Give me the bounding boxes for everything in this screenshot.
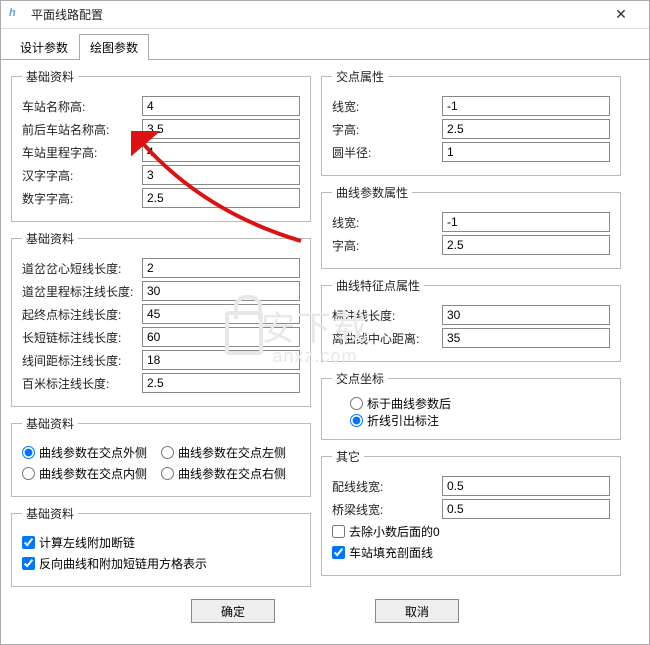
group-curve-feature: 曲线特征点属性 标注线长度: 离曲线中心距离: [321,277,621,362]
label-hanzi-h: 汉字字高: [22,167,142,184]
group-curve-attr: 曲线参数属性 线宽: 字高: [321,184,621,269]
radio-label: 曲线参数在交点内侧 [39,465,147,482]
label-station-name-h: 车站名称高: [22,98,142,115]
label-turnout-mile-len: 道岔里程标注线长度: [22,283,142,300]
input-start-end-len[interactable] [142,304,300,324]
group-basic-1: 基础资料 车站名称高: 前后车站名称高: 车站里程字高: 汉字字高: 数字字高: [11,68,311,222]
input-cross-linew[interactable] [442,96,610,116]
label-num-h: 数字字高: [22,190,142,207]
input-adj-station-name-h[interactable] [142,119,300,139]
radio-label: 曲线参数在交点左侧 [178,444,286,461]
label-center-dist: 离曲线中心距离: [332,330,442,347]
label-chain-len: 长短链标注线长度: [22,329,142,346]
input-section-len[interactable] [142,350,300,370]
check-left-chain[interactable] [22,536,35,549]
input-station-name-h[interactable] [142,96,300,116]
label-ann-len: 标注线长度: [332,307,442,324]
group-legend: 交点坐标 [332,370,388,387]
check-trim-zero[interactable] [332,525,345,538]
check-label: 去除小数后面的0 [349,523,440,540]
group-cross-attr: 交点属性 线宽: 字高: 圆半径: [321,68,621,176]
group-legend: 交点属性 [332,68,388,85]
label-adj-station-name-h: 前后车站名称高: [22,121,142,138]
input-chain-len[interactable] [142,327,300,347]
label-bridge-w: 桥梁线宽: [332,501,442,518]
input-center-dist[interactable] [442,328,610,348]
input-turnout-mile-len[interactable] [142,281,300,301]
label-section-len: 线间距标注线长度: [22,352,142,369]
tab-design-params[interactable]: 设计参数 [9,34,79,60]
group-cross-coord: 交点坐标 标于曲线参数后 折线引出标注 [321,370,621,440]
input-curve-charh[interactable] [442,235,610,255]
app-icon: h [9,7,25,23]
label-cross-radius: 圆半径: [332,144,442,161]
input-ann-len[interactable] [442,305,610,325]
input-station-mileage-h[interactable] [142,142,300,162]
radio-label: 曲线参数在交点右侧 [178,465,286,482]
dialog-buttons: 确定 取消 [1,591,649,629]
radio-label: 折线引出标注 [367,412,439,429]
titlebar: h 平面线路配置 ✕ [1,1,649,29]
radio-polyline-out[interactable] [350,414,363,427]
input-cfg-w[interactable] [442,476,610,496]
group-basic-4: 基础资料 计算左线附加断链 反向曲线和附加短链用方格表示 [11,505,311,587]
check-label: 反向曲线和附加短链用方格表示 [39,555,207,572]
group-other: 其它 配线线宽: 桥梁线宽: 去除小数后面的0 车站填充剖面线 [321,448,621,576]
tab-draw-params[interactable]: 绘图参数 [79,34,149,60]
radio-after-curve[interactable] [350,397,363,410]
input-hundred-len[interactable] [142,373,300,393]
label-turnout-core-len: 道岔岔心短线长度: [22,260,142,277]
radio-label: 曲线参数在交点外侧 [39,444,147,461]
radio-curve-inside[interactable] [22,467,35,480]
input-curve-linew[interactable] [442,212,610,232]
check-label: 车站填充剖面线 [349,544,433,561]
input-bridge-w[interactable] [442,499,610,519]
radio-curve-left[interactable] [161,446,174,459]
close-icon[interactable]: ✕ [601,6,641,23]
radio-curve-right[interactable] [161,467,174,480]
window-title: 平面线路配置 [31,6,601,23]
group-legend: 基础资料 [22,230,78,247]
group-legend: 其它 [332,448,364,465]
group-legend: 基础资料 [22,68,78,85]
input-turnout-core-len[interactable] [142,258,300,278]
label-cross-charh: 字高: [332,121,442,138]
tabstrip: 设计参数 绘图参数 [1,33,649,60]
label-cfg-w: 配线线宽: [332,478,442,495]
check-station-hatch[interactable] [332,546,345,559]
label-start-end-len: 起终点标注线长度: [22,306,142,323]
input-hanzi-h[interactable] [142,165,300,185]
radio-label: 标于曲线参数后 [367,395,451,412]
group-legend: 基础资料 [22,505,78,522]
group-legend: 曲线特征点属性 [332,277,424,294]
label-cross-linew: 线宽: [332,98,442,115]
ok-button[interactable]: 确定 [191,599,275,623]
cancel-button[interactable]: 取消 [375,599,459,623]
input-cross-radius[interactable] [442,142,610,162]
group-legend: 曲线参数属性 [332,184,412,201]
label-curve-charh: 字高: [332,237,442,254]
group-basic-2: 基础资料 道岔岔心短线长度: 道岔里程标注线长度: 起终点标注线长度: 长短链标… [11,230,311,407]
radio-curve-outside[interactable] [22,446,35,459]
label-station-mileage-h: 车站里程字高: [22,144,142,161]
group-legend: 基础资料 [22,415,78,432]
group-basic-3: 基础资料 曲线参数在交点外侧 曲线参数在交点左侧 曲线参数在交点内侧 曲线参数在… [11,415,311,497]
check-reverse-grid[interactable] [22,557,35,570]
input-cross-charh[interactable] [442,119,610,139]
input-num-h[interactable] [142,188,300,208]
label-curve-linew: 线宽: [332,214,442,231]
label-hundred-len: 百米标注线长度: [22,375,142,392]
check-label: 计算左线附加断链 [39,534,135,551]
